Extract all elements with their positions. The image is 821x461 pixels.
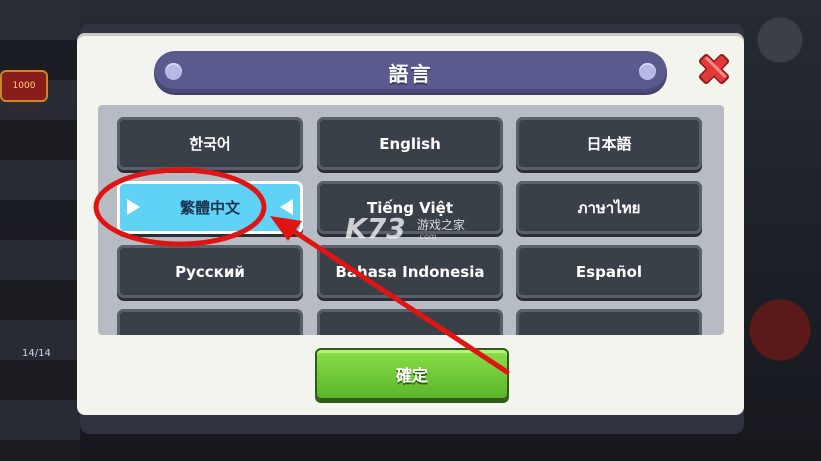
language-label: 한국어	[189, 135, 231, 153]
language-option-partial[interactable]	[317, 309, 503, 335]
title-dot-right-icon	[639, 63, 656, 80]
language-label: Español	[575, 262, 643, 281]
language-option-partial[interactable]	[117, 309, 303, 335]
close-button[interactable]	[695, 50, 733, 88]
language-list[interactable]: 한국어 English 日本語 繁體中文 Tiếng Việt ภาษาไทย …	[98, 105, 724, 335]
language-label: English	[379, 134, 441, 153]
language-option-korean[interactable]: 한국어	[117, 117, 303, 170]
language-label: Bahasa Indonesia	[335, 262, 485, 281]
language-option-english[interactable]: English	[317, 117, 503, 170]
selection-left-arrow-icon	[127, 199, 140, 215]
dialog-title-bar: 語言	[154, 51, 667, 93]
language-option-indonesian[interactable]: Bahasa Indonesia	[317, 245, 503, 298]
language-label: Русский	[175, 262, 245, 281]
language-option-russian[interactable]: Русский	[117, 245, 303, 298]
confirm-button[interactable]: 確定	[315, 348, 509, 400]
dialog-title: 語言	[388, 61, 433, 86]
language-label: 日本語	[586, 135, 632, 153]
language-option-spanish[interactable]: Español	[516, 245, 702, 298]
close-x-icon	[698, 53, 730, 85]
confirm-label: 確定	[395, 366, 428, 385]
background-level-text: 14/14	[22, 348, 51, 359]
title-dot-left-icon	[165, 63, 182, 80]
selection-right-arrow-icon	[280, 199, 293, 215]
language-label: ภาษาไทย	[577, 198, 641, 217]
language-option-thai[interactable]: ภาษาไทย	[516, 181, 702, 234]
language-option-vietnamese[interactable]: Tiếng Việt	[317, 181, 503, 234]
language-label: Tiếng Việt	[366, 198, 453, 217]
background-badge: 1000	[0, 70, 48, 102]
language-option-partial[interactable]	[516, 309, 702, 335]
language-option-traditional-chinese[interactable]: 繁體中文	[117, 181, 303, 234]
language-label: 繁體中文	[179, 199, 240, 217]
language-option-japanese[interactable]: 日本語	[516, 117, 702, 170]
